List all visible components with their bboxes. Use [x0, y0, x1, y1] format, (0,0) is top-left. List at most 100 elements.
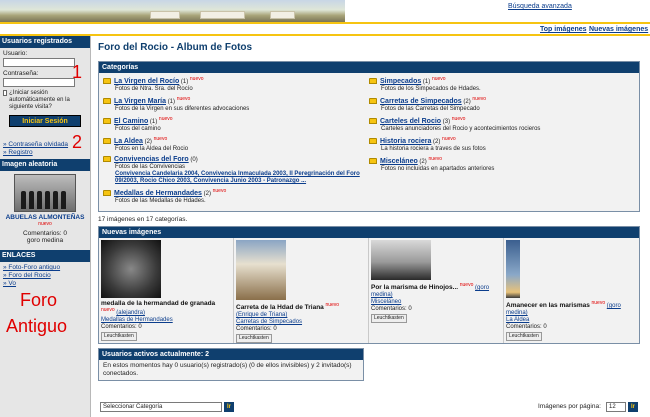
top-images-link[interactable]: Top imágenes — [540, 26, 587, 33]
folder-icon — [369, 78, 377, 85]
folder-icon — [103, 118, 111, 125]
per-page-go-button[interactable]: Ir — [628, 402, 638, 412]
annotation-2: 2 — [72, 132, 83, 152]
image-title[interactable]: Carreta de la Hdad de Triana — [236, 304, 324, 311]
random-image-header: Imagen aleatoria — [0, 159, 90, 171]
image-thumbnail[interactable] — [371, 240, 431, 280]
image-comments: Comentarios: 0 — [236, 326, 277, 332]
image-cell: Por la marisma de Hinojos... nuevo (goro… — [369, 238, 504, 343]
category-link[interactable]: Carteles del Rocio — [380, 118, 441, 125]
category-link[interactable]: Misceláneo — [380, 158, 418, 165]
sidebar: Usuarios registrados Usuario: Contraseña… — [0, 36, 91, 417]
category-item: Carretas de Simpecados (2) nuevo Fotos d… — [369, 96, 635, 113]
auto-login-checkbox[interactable] — [3, 90, 8, 96]
category-link[interactable]: El Camino — [114, 118, 148, 125]
advanced-search-link[interactable]: Búsqueda avanzada — [508, 3, 572, 10]
links-header: ENLACES — [0, 250, 90, 263]
category-item: La Aldea (2) nuevo Fotos en la Aldea del… — [103, 136, 369, 153]
auto-login-label: ¿Iniciar sesión automáticamente en la si… — [9, 90, 70, 110]
category-go-button[interactable]: Ir — [224, 402, 234, 412]
category-link[interactable]: Carretas de Simpecados — [380, 98, 462, 105]
folder-icon — [103, 156, 111, 163]
image-user[interactable]: (Enrique de Triana) — [236, 312, 366, 319]
categories-summary: 17 imágenes en 17 categorías. — [98, 216, 188, 223]
password-input[interactable] — [3, 78, 75, 87]
top-bar: Top imágenes Nuevas imágenes — [0, 22, 650, 36]
page-title: Foro del Rocio - Album de Fotos — [98, 42, 253, 53]
image-thumbnail[interactable] — [236, 240, 286, 300]
category-item: El Camino (1) nuevo Fotos del camino — [103, 116, 369, 133]
random-comments: Comentarios: 0 — [22, 230, 68, 238]
new-images-panel: Nuevas imágenes medalla de la hermandad … — [98, 226, 640, 344]
category-item: La Virgen del Rocío (1) nuevo Fotos de N… — [103, 76, 369, 93]
category-link[interactable]: La Aldea — [114, 138, 143, 145]
image-thumbnail[interactable] — [101, 240, 161, 298]
new-badge: nuevo — [38, 221, 52, 227]
folder-icon — [103, 98, 111, 105]
login-header: Usuarios registrados — [0, 36, 90, 48]
active-users-header: Usuarios activos actualmente: 2 — [99, 349, 363, 360]
category-item: Carteles del Rocio (3) nuevo Carteles an… — [369, 116, 635, 133]
category-link[interactable]: La Virgen María — [114, 98, 166, 105]
category-select[interactable]: Seleccionar Categoría — [100, 402, 222, 412]
active-users-text: En estos momentos hay 0 usuario(s) regis… — [99, 360, 363, 380]
folder-icon — [369, 118, 377, 125]
folder-icon — [369, 138, 377, 145]
image-cell: Carreta de la Hdad de Triana nuevo (Enri… — [234, 238, 369, 343]
image-cell: medalla de la hermandad de granada nuevo… — [99, 238, 234, 343]
folder-icon — [369, 98, 377, 105]
subcategory-links[interactable]: Convivencia Candelaria 2004, Convivencia… — [103, 171, 369, 185]
banner: Búsqueda avanzada — [0, 0, 650, 22]
random-image[interactable] — [14, 174, 76, 212]
per-page-select[interactable]: 12 — [606, 402, 626, 412]
folder-icon — [103, 78, 111, 85]
random-user: goro medina — [26, 237, 64, 245]
folder-icon — [103, 190, 111, 197]
bottom-controls: Seleccionar Categoría Ir Imágenes por pá… — [98, 402, 640, 414]
category-link[interactable]: Convivencias del Foro — [114, 156, 189, 163]
per-page-label: Imágenes por página: — [538, 403, 601, 410]
categories-right: Simpecados (1) nuevo Fotos de los Simpec… — [369, 76, 635, 208]
username-input[interactable] — [3, 58, 75, 67]
image-category[interactable]: Carretas de Simpecados — [236, 319, 366, 326]
category-item: Simpecados (1) nuevo Fotos de los Simpec… — [369, 76, 635, 93]
categories-left: La Virgen del Rocío (1) nuevo Fotos de N… — [103, 76, 369, 208]
new-images-link[interactable]: Nuevas imágenes — [589, 26, 648, 33]
lightbox-button[interactable]: Leuchtkasten — [506, 332, 542, 341]
lightbox-button[interactable]: Leuchtkasten — [236, 334, 272, 343]
image-title[interactable]: Amanecer en las marismas — [506, 302, 590, 309]
username-label: Usuario: — [3, 50, 28, 57]
category-item: Convivencias del Foro (0) Fotos de las C… — [103, 156, 369, 185]
image-cell: Amanecer en las marismas nuevo (goro med… — [504, 238, 639, 343]
lightbox-button[interactable]: Leuchtkasten — [371, 314, 407, 323]
annotation-foro: Foro — [20, 290, 58, 310]
random-image-title[interactable]: ABUELAS ALMONTEÑAS — [0, 214, 90, 221]
category-link[interactable]: Medallas de Hermandades — [114, 190, 202, 197]
category-link[interactable]: La Virgen del Rocío — [114, 78, 179, 85]
image-category[interactable]: Misceláneo — [371, 299, 501, 306]
link-rocio-forum[interactable]: » Foro del Rocio — [3, 272, 87, 280]
folder-icon — [369, 158, 377, 165]
categories-header: Categorías — [99, 62, 639, 73]
image-category[interactable]: La Aldea — [506, 317, 637, 324]
link-old-forum[interactable]: » Foto-Foro antiguo — [3, 264, 87, 272]
category-item: Historia rociera (2) nuevo La historia r… — [369, 136, 635, 153]
category-link[interactable]: Simpecados — [380, 78, 421, 85]
login-button[interactable]: Iniciar Sesión — [9, 115, 81, 127]
image-category[interactable]: Medallas de Hermandades — [101, 317, 231, 324]
category-item: Medallas de Hermandades (2) nuevo Fotos … — [103, 188, 369, 205]
image-comments: Comentarios: 0 — [506, 324, 547, 330]
image-comments: Comentarios: 0 — [101, 324, 142, 330]
active-users-panel: Usuarios activos actualmente: 2 En estos… — [98, 348, 364, 381]
category-link[interactable]: Historia rociera — [380, 138, 431, 145]
folder-icon — [103, 138, 111, 145]
image-title[interactable]: medalla de la hermandad de granada — [101, 300, 231, 307]
image-user[interactable]: (alejandra) — [116, 310, 145, 316]
categories-panel: Categorías La Virgen del Rocío (1) nuevo… — [98, 61, 640, 212]
link-vo[interactable]: » Vo — [3, 280, 87, 288]
image-thumbnail[interactable] — [506, 240, 520, 298]
category-item: La Virgen María (1) nuevo Fotos de la Vi… — [103, 96, 369, 113]
image-title[interactable]: Por la marisma de Hinojos... — [371, 284, 458, 291]
lightbox-button[interactable]: Leuchtkasten — [101, 332, 137, 341]
category-item: Misceláneo (2) nuevo Fotos no incluidas … — [369, 156, 635, 173]
